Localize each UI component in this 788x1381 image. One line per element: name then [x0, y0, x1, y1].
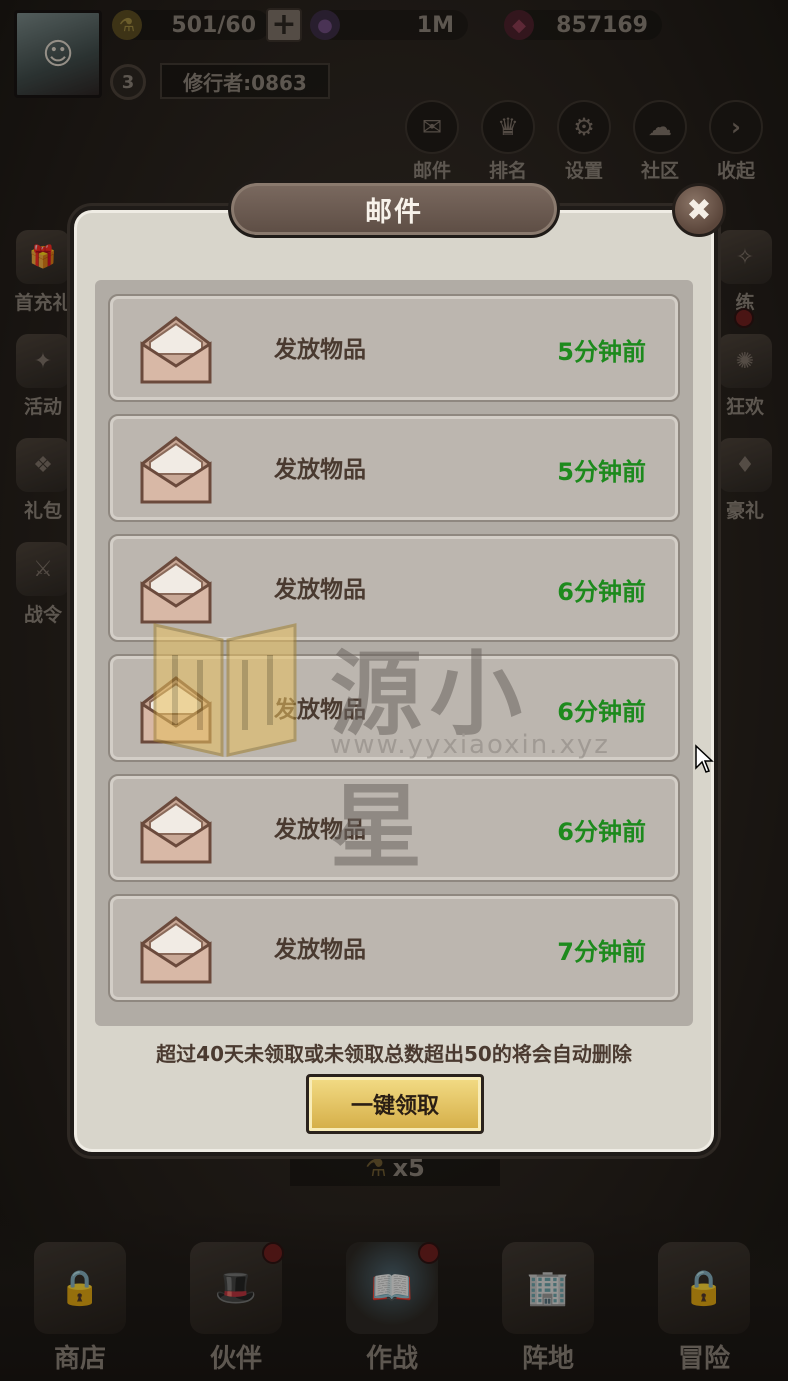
- dialog-title: 邮件: [365, 196, 423, 228]
- envelope-icon: [140, 436, 212, 504]
- close-button[interactable]: ✖: [672, 183, 726, 237]
- mouse-cursor-icon: [695, 744, 714, 773]
- mail-time: 5分钟前: [557, 458, 646, 486]
- mail-time: 7分钟前: [557, 938, 646, 966]
- mail-item[interactable]: 发放物品 7分钟前: [108, 894, 680, 1002]
- mail-title: 发放物品: [274, 937, 366, 963]
- mail-title: 发放物品: [274, 697, 366, 723]
- mail-title: 发放物品: [274, 817, 366, 843]
- mail-item[interactable]: 发放物品 5分钟前: [108, 414, 680, 522]
- claim-all-button[interactable]: 一键领取: [306, 1074, 484, 1134]
- mail-item[interactable]: 发放物品 5分钟前: [108, 294, 680, 402]
- dialog-title-plate: 邮件: [228, 180, 560, 238]
- envelope-icon: [140, 676, 212, 744]
- auto-delete-note: 超过40天未领取或未领取总数超出50的将会自动删除: [156, 1042, 632, 1066]
- claim-all-label: 一键领取: [350, 1094, 439, 1119]
- mail-item[interactable]: 发放物品 6分钟前: [108, 774, 680, 882]
- mail-list[interactable]: 发放物品 5分钟前 发放物品 5分钟前 发放物品 6分钟前 发放物品 6分钟前: [95, 280, 693, 1026]
- mail-title: 发放物品: [274, 457, 366, 483]
- envelope-icon: [140, 916, 212, 984]
- mail-time: 5分钟前: [557, 338, 646, 366]
- mail-item[interactable]: 发放物品 6分钟前: [108, 534, 680, 642]
- envelope-icon: [140, 556, 212, 624]
- envelope-icon: [140, 316, 212, 384]
- mail-title: 发放物品: [274, 577, 366, 603]
- mail-item[interactable]: 发放物品 6分钟前: [108, 654, 680, 762]
- mail-title: 发放物品: [274, 337, 366, 363]
- mail-time: 6分钟前: [557, 818, 646, 846]
- mail-time: 6分钟前: [557, 698, 646, 726]
- close-icon: ✖: [686, 192, 712, 228]
- mail-time: 6分钟前: [557, 578, 646, 606]
- envelope-icon: [140, 796, 212, 864]
